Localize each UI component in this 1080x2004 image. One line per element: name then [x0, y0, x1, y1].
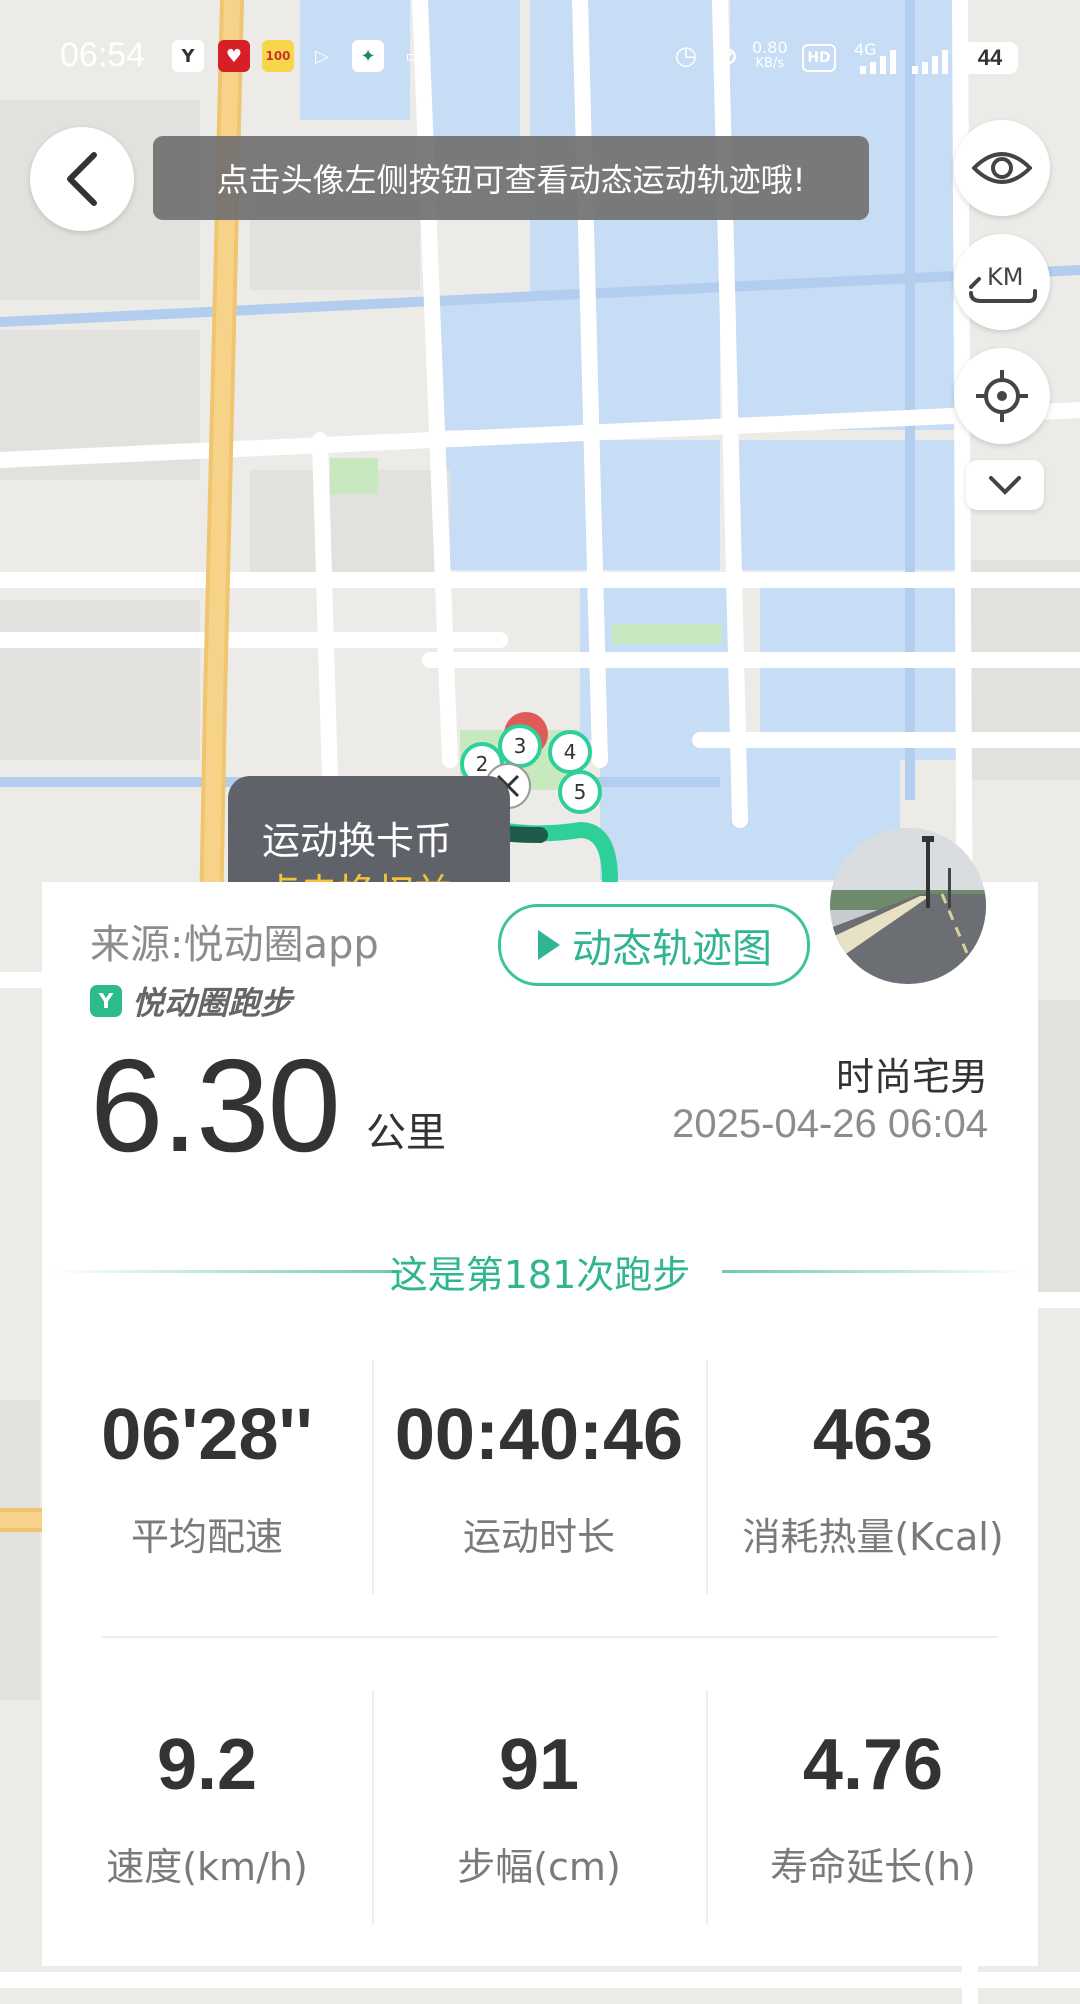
- hd-icon: HD: [802, 44, 836, 72]
- toggle-visibility-button[interactable]: [954, 120, 1050, 216]
- run-summary-card: 来源:悦动圈app Y 悦动圈跑步 动态轨迹图 6.30 公里 时尚宅男 202…: [42, 882, 1038, 1966]
- km-label: KM: [987, 263, 1023, 291]
- mute-icon: ⊘: [717, 42, 739, 70]
- stat-duration: 00:40:46 运动时长: [374, 1394, 704, 1561]
- status-time: 06:54: [60, 36, 146, 74]
- stat-speed: 9.2 速度(km/h): [42, 1724, 372, 1891]
- stat-life-extension: 4.76 寿命延长(h): [708, 1724, 1038, 1891]
- svg-text:4: 4: [564, 740, 577, 764]
- km-marker-button[interactable]: KM: [954, 234, 1050, 330]
- alarm-icon: ◷: [674, 41, 698, 71]
- distance-value: 6.30: [90, 1032, 341, 1179]
- promo-title: 运动换卡币: [262, 819, 453, 863]
- crosshair-icon: [976, 370, 1028, 422]
- app-notification-icon: ♥: [218, 40, 250, 72]
- dynamic-track-label: 动态轨迹图: [572, 926, 772, 972]
- svg-text:3: 3: [514, 734, 527, 758]
- source-label: 来源:悦动圈app: [90, 922, 379, 968]
- stat-label: 步幅(cm): [457, 1845, 621, 1889]
- svg-text:5: 5: [574, 780, 587, 804]
- brand-icon: Y: [90, 985, 122, 1017]
- status-bar: 06:54 Y ♥ 100 ▷ ✦ ▭ ◷ ⊘ 0.80 KB/s HD 4G …: [0, 0, 1080, 118]
- stat-label: 消耗热量(Kcal): [742, 1515, 1004, 1559]
- waypoint-marker-4[interactable]: 4: [548, 730, 592, 774]
- stat-value: 00:40:46: [394, 1395, 684, 1475]
- stat-value: 06'28'': [101, 1395, 313, 1475]
- chevron-down-icon: [989, 476, 1021, 495]
- stat-value: 463: [812, 1395, 934, 1475]
- stat-value: 4.76: [802, 1725, 944, 1805]
- net-speed: 0.80 KB/s: [752, 38, 788, 72]
- km-icon: KM: [969, 263, 1037, 303]
- stat-avg-pace: 06'28'' 平均配速: [42, 1394, 372, 1561]
- battery-indicator: 44: [962, 42, 1018, 74]
- promo-card-coins[interactable]: 运动换卡币 点击换权益: [228, 776, 510, 886]
- chevron-left-icon: [67, 152, 97, 206]
- stat-value: 9.2: [156, 1725, 258, 1805]
- app-notification-icon: ✦: [352, 40, 384, 72]
- back-button[interactable]: [30, 127, 134, 231]
- run-count-divider: 这是第181次跑步: [42, 1244, 1038, 1297]
- app-notification-icon: Y: [172, 40, 204, 72]
- divider-right: [722, 1270, 1028, 1273]
- stat-value: 91: [498, 1725, 580, 1805]
- stat-calories: 463 消耗热量(Kcal): [708, 1394, 1038, 1561]
- app-notification-icon: ▭: [405, 45, 423, 67]
- stats-row-divider: [102, 1636, 998, 1638]
- stat-label: 速度(km/h): [106, 1845, 308, 1889]
- stat-label: 运动时长: [462, 1515, 615, 1559]
- brand-logo: Y 悦动圈跑步: [90, 978, 292, 1024]
- brand-name: 悦动圈跑步: [132, 984, 293, 1022]
- app-notification-icon: 100: [262, 40, 294, 72]
- play-icon: ▷: [315, 45, 329, 67]
- svg-text:2: 2: [476, 752, 489, 776]
- stat-label: 平均配速: [130, 1515, 283, 1559]
- run-photo-avatar[interactable]: [830, 828, 986, 984]
- run-datetime: 2025-04-26 06:04: [672, 1102, 988, 1146]
- username: 时尚宅男: [835, 1055, 988, 1099]
- signal-icon: [858, 50, 902, 74]
- distance-unit: 公里: [366, 1110, 446, 1156]
- collapse-controls-button[interactable]: [966, 460, 1044, 510]
- stat-stride: 91 步幅(cm): [374, 1724, 704, 1891]
- eye-icon: [972, 152, 1032, 184]
- signal-icon: [910, 50, 954, 74]
- waypoint-marker-3[interactable]: 3: [498, 724, 542, 768]
- play-icon: [538, 930, 560, 960]
- locate-button[interactable]: [954, 348, 1050, 444]
- dynamic-track-button[interactable]: 动态轨迹图: [498, 904, 810, 986]
- tip-banner: 点击头像左侧按钮可查看动态运动轨迹哦!: [153, 136, 869, 220]
- stat-label: 寿命延长(h): [770, 1845, 976, 1889]
- waypoint-marker-5[interactable]: 5: [558, 770, 602, 814]
